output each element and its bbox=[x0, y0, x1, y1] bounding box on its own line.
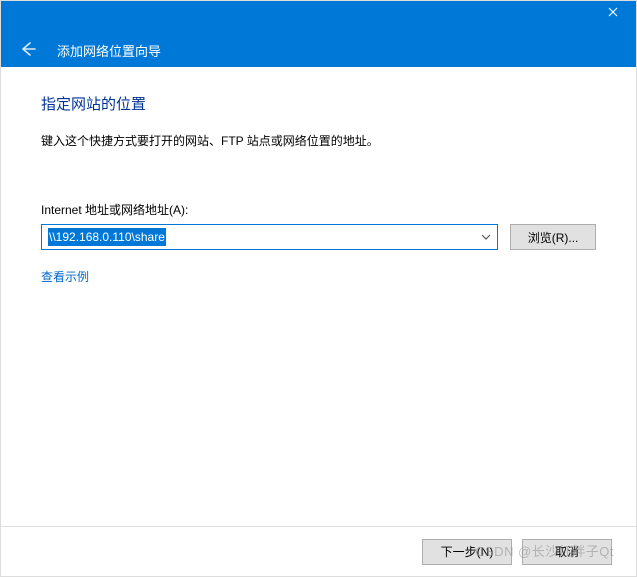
address-combobox[interactable]: \\192.168.0.110\share bbox=[41, 224, 498, 250]
titlebar: 添加网络位置向导 bbox=[1, 1, 636, 67]
wizard-content: 指定网站的位置 键入这个快捷方式要打开的网站、FTP 站点或网络位置的地址。 I… bbox=[1, 67, 636, 285]
address-input[interactable]: \\192.168.0.110\share bbox=[41, 224, 498, 250]
cancel-button[interactable]: 取消 bbox=[522, 539, 612, 565]
address-value: \\192.168.0.110\share bbox=[48, 228, 166, 246]
browse-button[interactable]: 浏览(R)... bbox=[510, 224, 596, 250]
close-button[interactable] bbox=[590, 1, 636, 25]
back-button[interactable] bbox=[15, 38, 39, 62]
page-heading: 指定网站的位置 bbox=[41, 93, 596, 114]
close-icon bbox=[608, 6, 618, 20]
wizard-title: 添加网络位置向导 bbox=[57, 41, 161, 60]
address-label: Internet 地址或网络地址(A): bbox=[41, 201, 596, 218]
view-examples-link[interactable]: 查看示例 bbox=[41, 270, 89, 284]
next-button[interactable]: 下一步(N) bbox=[422, 539, 512, 565]
back-arrow-icon bbox=[18, 40, 36, 61]
instruction-text: 键入这个快捷方式要打开的网站、FTP 站点或网络位置的地址。 bbox=[41, 132, 596, 149]
wizard-footer: 下一步(N) 取消 bbox=[1, 526, 636, 576]
address-row: \\192.168.0.110\share 浏览(R)... bbox=[41, 224, 596, 250]
